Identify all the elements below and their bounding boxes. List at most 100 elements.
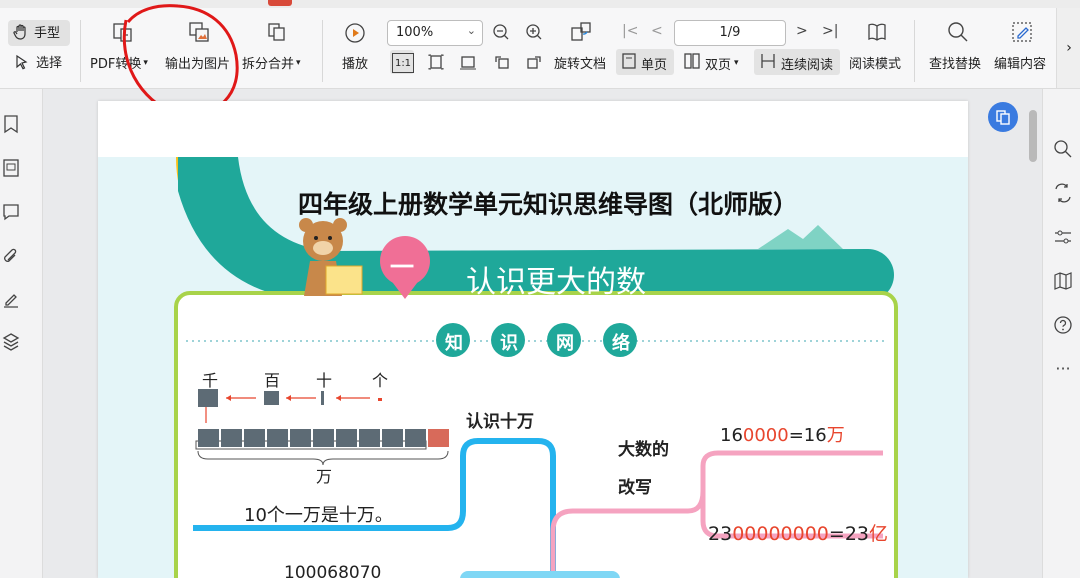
app-tab-indicator — [268, 0, 292, 6]
unit-number: 一 — [390, 253, 414, 281]
find-replace-button[interactable]: 查找替换 — [929, 53, 981, 72]
chevron-down-icon: ⌄ — [466, 24, 476, 37]
split-merge-label: 拆分合并 — [242, 57, 295, 72]
toolbar: 手型 选择 PDF转换 ▾ 输出为图片 拆分合并 ▾ 播放 100% ⌄ 1:1… — [0, 8, 1080, 89]
scrollbar-thumb[interactable] — [1029, 110, 1037, 162]
equation-1-part: =16 — [788, 425, 827, 446]
continuous-reading-content: 连续阅读 — [760, 53, 833, 73]
scrollbar-track[interactable] — [1028, 89, 1040, 578]
right-sidebar: ··· — [1042, 89, 1080, 578]
zoom-value: 100% — [396, 25, 434, 40]
fit-width-icon[interactable] — [458, 52, 478, 72]
equation-1-zeros: 0000 — [742, 425, 789, 446]
map-icon[interactable] — [1053, 271, 1073, 291]
chevron-right-icon[interactable]: › — [1056, 8, 1080, 88]
thumbnail-icon[interactable] — [2, 158, 22, 178]
continuous-reading-label: 连续阅读 — [781, 57, 834, 73]
next-page-icon[interactable]: > — [796, 23, 808, 39]
rotate-right-icon[interactable] — [524, 52, 544, 72]
edit-content-icon[interactable] — [1009, 20, 1035, 44]
find-replace-label: 查找替换 — [929, 57, 982, 72]
settings-sliders-icon[interactable] — [1053, 227, 1073, 247]
signature-icon[interactable] — [2, 289, 22, 309]
play-label: 播放 — [342, 57, 369, 72]
export-image-button[interactable]: 输出为图片 — [165, 53, 230, 72]
search-icon[interactable] — [945, 20, 971, 44]
rewrite-label-1: 大数的 — [618, 440, 669, 460]
play-icon[interactable] — [343, 21, 367, 45]
reading-mode-button[interactable]: 阅读模式 — [849, 53, 901, 72]
double-page-button[interactable]: 双页 ▾ — [684, 53, 739, 73]
separator — [80, 20, 81, 82]
rotate-document-icon[interactable] — [568, 20, 594, 44]
equation-2-unit: 亿 — [869, 523, 889, 545]
split-merge-icon[interactable] — [264, 20, 290, 44]
hand-tool-label: 手型 — [34, 26, 61, 41]
rotate-left-icon[interactable] — [492, 52, 512, 72]
place-value-hundred: 百 — [264, 371, 281, 390]
book-icon[interactable] — [864, 20, 890, 44]
split-merge-button[interactable]: 拆分合并 ▾ — [242, 53, 301, 72]
select-tool-label: 选择 — [36, 56, 63, 71]
section-char-2: 识 — [500, 333, 518, 354]
select-tool[interactable]: 选择 — [14, 52, 62, 71]
more-icon[interactable]: ··· — [1053, 359, 1073, 379]
edit-content-button[interactable]: 编辑内容 — [994, 53, 1046, 72]
pdf-convert-button[interactable]: PDF转换 ▾ — [90, 53, 148, 72]
equation-2-part: =23 — [828, 523, 870, 545]
equation-1: 160000=16万 — [720, 421, 845, 447]
translate-icon[interactable] — [1053, 183, 1073, 203]
first-page-icon[interactable]: |< — [622, 23, 638, 39]
title-strip — [0, 0, 1080, 8]
bookmark-icon[interactable] — [2, 114, 22, 134]
search-icon[interactable] — [1053, 139, 1073, 159]
chevron-down-icon: ▾ — [296, 57, 301, 68]
zoom-select[interactable]: 100% ⌄ — [387, 20, 483, 46]
play-button[interactable]: 播放 — [342, 53, 368, 72]
attachment-icon[interactable] — [2, 246, 22, 266]
last-page-icon[interactable]: >| — [822, 23, 838, 39]
wan-label: 万 — [316, 467, 333, 486]
export-image-label: 输出为图片 — [165, 57, 231, 72]
equation-2: 2300000000=23亿 — [708, 519, 888, 546]
zoom-out-icon[interactable] — [491, 22, 511, 42]
section-char-4: 络 — [612, 333, 630, 354]
place-value-thousand: 千 — [202, 371, 219, 390]
comment-icon[interactable] — [2, 202, 22, 222]
chevron-down-icon: ▾ — [143, 57, 148, 68]
export-image-icon[interactable] — [186, 20, 212, 44]
section-char-1: 知 — [445, 333, 463, 354]
edit-content-label: 编辑内容 — [994, 57, 1047, 72]
rotate-document-button[interactable]: 旋转文档 — [554, 53, 606, 72]
document-title: 四年级上册数学单元知识思维导图（北师版） — [298, 190, 799, 219]
cursor-arrow-icon — [14, 54, 30, 70]
previous-page-icon[interactable]: < — [651, 23, 663, 39]
continuous-reading-icon — [760, 53, 776, 73]
help-icon[interactable] — [1053, 315, 1073, 335]
equation-1-unit: 万 — [826, 425, 845, 446]
layers-icon[interactable] — [2, 332, 22, 352]
single-page-label: 单页 — [641, 57, 668, 73]
ten-wan-text: 10个一万是十万。 — [244, 505, 393, 526]
document-page: 四年级上册数学单元知识思维导图（北师版） 一 认识更大的数 知 识 网 络 千 … — [98, 101, 968, 578]
rotate-document-label: 旋转文档 — [554, 57, 607, 72]
section-char-3: 网 — [556, 333, 574, 354]
mindmap-artwork — [174, 157, 898, 578]
equation-1-part: 16 — [720, 425, 743, 446]
reading-mode-label: 阅读模式 — [849, 57, 902, 72]
equation-2-zeros: 00000000 — [732, 523, 829, 545]
separator — [914, 20, 915, 82]
fit-page-icon[interactable] — [426, 52, 446, 72]
single-page-icon — [622, 53, 636, 73]
rewrite-label-2: 改写 — [618, 478, 652, 498]
floating-convert-button[interactable] — [988, 102, 1018, 132]
unit-title: 认识更大的数 — [466, 265, 646, 300]
page-number-input[interactable]: 1/9 — [674, 20, 786, 46]
hand-tool[interactable]: 手型 — [12, 22, 60, 41]
actual-size-label: 1:1 — [392, 53, 414, 73]
single-page-content: 单页 — [622, 53, 667, 73]
double-page-label: 双页 — [705, 57, 732, 73]
hand-icon — [12, 23, 30, 41]
pdf-convert-icon[interactable] — [110, 20, 136, 44]
zoom-in-icon[interactable] — [524, 22, 544, 42]
